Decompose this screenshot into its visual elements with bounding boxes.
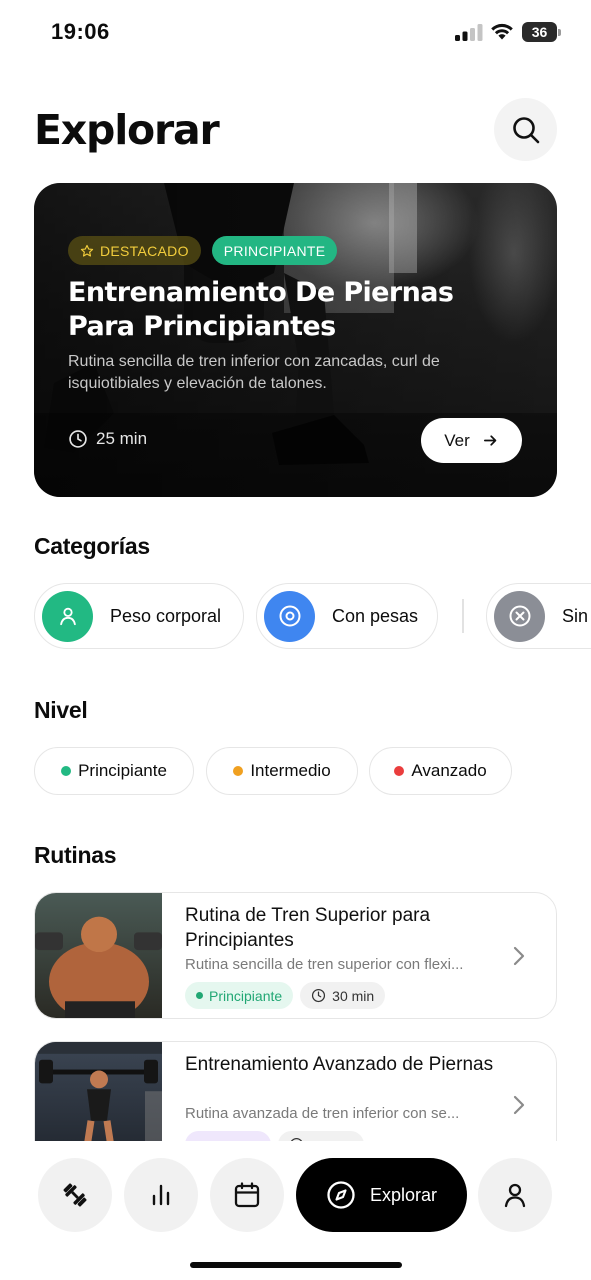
page-title: Explorar xyxy=(34,106,220,154)
star-icon xyxy=(80,244,94,257)
profile-icon xyxy=(504,1183,526,1208)
target-icon xyxy=(279,605,300,627)
routine-thumbnail xyxy=(35,1042,162,1141)
search-button[interactable] xyxy=(494,98,557,161)
chevron-right-icon xyxy=(513,1095,525,1115)
level-label: Intermedio xyxy=(250,761,331,780)
featured-duration: 25 min xyxy=(68,429,147,449)
routine-level-chip xyxy=(185,1131,271,1141)
routines-title: Rutinas xyxy=(34,842,117,868)
category-label: Con pesas xyxy=(332,605,419,626)
home-indicator[interactable] xyxy=(190,1262,402,1268)
category-label: Peso corporal xyxy=(110,605,222,626)
routine-description: Rutina avanzada de tren inferior con se.… xyxy=(185,1105,460,1122)
featured-badge-label: DESTACADO xyxy=(100,242,189,259)
dumbbell-icon xyxy=(63,1183,87,1207)
search-icon xyxy=(512,116,539,143)
battery-level: 36 xyxy=(522,22,557,42)
categories-title: Categorías xyxy=(34,533,150,559)
person-icon xyxy=(59,607,76,626)
routine-title: Rutina de Tren Superior para Principiant… xyxy=(185,905,431,951)
routine-level-chip: Principiante xyxy=(185,982,294,1009)
level-filter-advanced[interactable]: Avanzado xyxy=(369,747,512,795)
view-button-label: Ver xyxy=(444,430,470,450)
cellular-signal-icon xyxy=(455,24,483,41)
routine-duration-chip xyxy=(278,1131,364,1141)
routine-duration-chip: 30 min xyxy=(300,982,386,1009)
categories-scroll[interactable]: Peso corporal Con pesas Sin xyxy=(34,583,591,649)
status-time: 19:06 xyxy=(51,19,110,44)
level-filter-beginner[interactable]: Principiante xyxy=(34,747,194,795)
level-dot xyxy=(61,766,72,776)
routine-card[interactable]: Rutina de Tren Superior para Principiant… xyxy=(34,892,557,1019)
calendar-icon xyxy=(234,1182,260,1208)
stats-icon xyxy=(152,1184,170,1206)
routine-description: Rutina sencilla de tren superior con fle… xyxy=(185,956,464,973)
routine-level-label: Principiante xyxy=(209,987,283,1004)
arrow-right-icon xyxy=(483,435,497,446)
category-divider xyxy=(462,599,464,633)
level-label: Principiante xyxy=(78,761,167,780)
chevron-right-icon xyxy=(513,946,525,966)
nav-explore[interactable]: Explorar xyxy=(296,1158,467,1232)
category-none[interactable]: Sin xyxy=(486,583,591,649)
view-featured-button[interactable]: Ver xyxy=(421,418,522,463)
level-badge: PRINCIPIANTE xyxy=(211,236,338,265)
battery-indicator: 36 xyxy=(522,22,562,42)
status-bar: 19:06 36 xyxy=(0,0,591,64)
nav-profile[interactable] xyxy=(478,1158,552,1232)
routine-duration: 30 min xyxy=(332,987,375,1004)
level-title: Nivel xyxy=(34,697,88,723)
category-bodyweight[interactable]: Peso corporal xyxy=(34,583,244,649)
clock-icon xyxy=(312,988,326,1003)
close-circle-icon xyxy=(509,605,530,627)
featured-badge: DESTACADO xyxy=(68,236,201,265)
wifi-icon xyxy=(491,23,513,40)
clock-icon xyxy=(69,430,87,448)
routines-list[interactable]: Rutina de Tren Superior para Principiant… xyxy=(0,890,591,1141)
level-label: Avanzado xyxy=(411,761,487,780)
routine-card[interactable]: Entrenamiento Avanzado de Piernas Rutina… xyxy=(34,1041,557,1141)
nav-workouts[interactable] xyxy=(38,1158,112,1232)
nav-stats[interactable] xyxy=(124,1158,198,1232)
routine-title: Entrenamiento Avanzado de Piernas xyxy=(185,1054,494,1075)
nav-calendar[interactable] xyxy=(210,1158,284,1232)
category-weights[interactable]: Con pesas xyxy=(256,583,438,649)
clock-icon xyxy=(290,1137,303,1141)
routine-thumbnail xyxy=(35,893,162,1018)
featured-title: Entrenamiento De Piernas Para Principian… xyxy=(68,277,454,342)
featured-description: Rutina sencilla de tren inferior con zan… xyxy=(68,353,440,392)
compass-icon xyxy=(327,1181,355,1209)
featured-card[interactable]: DESTACADO PRINCIPIANTE Entrenamiento De … xyxy=(34,183,557,497)
level-dot xyxy=(233,766,244,776)
featured-duration-text: 25 min xyxy=(96,429,148,448)
category-label: Sin xyxy=(562,605,589,626)
level-dot xyxy=(394,766,405,776)
level-filter-intermediate[interactable]: Intermedio xyxy=(206,747,358,795)
nav-explore-label: Explorar xyxy=(369,1184,438,1205)
